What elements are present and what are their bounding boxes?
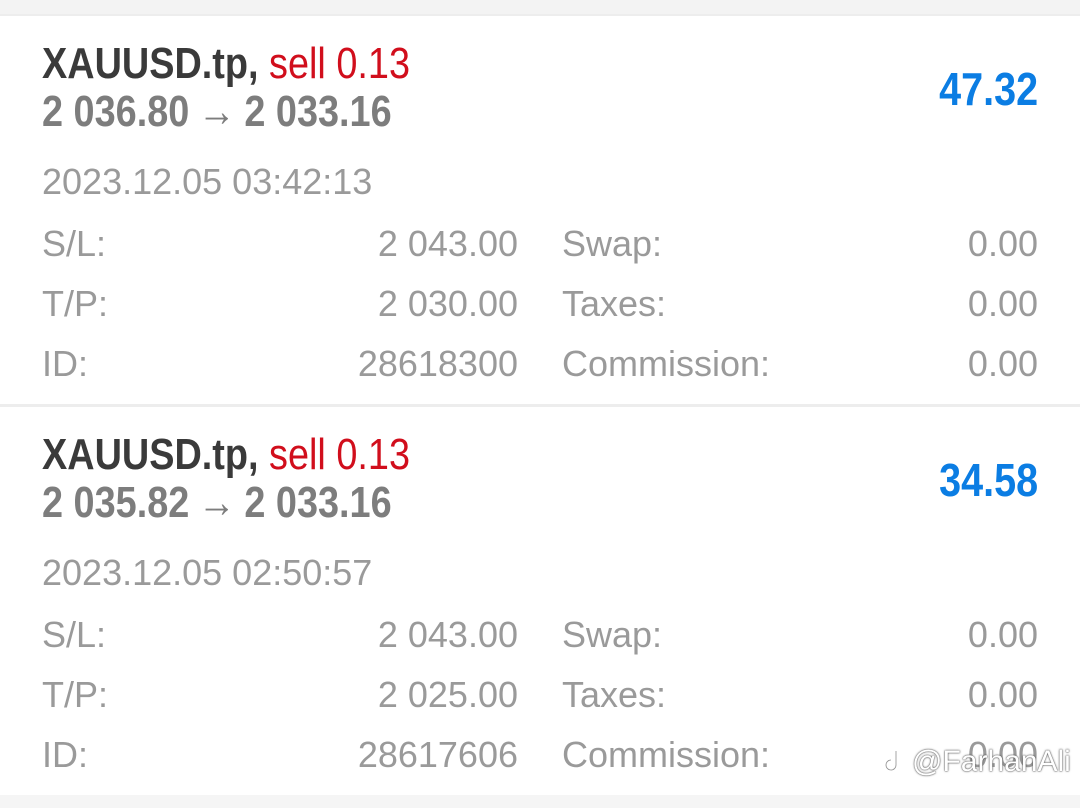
detail-row: T/P: 2 030.00 Taxes: 0.00 [0, 282, 1080, 326]
order-header: XAUUSD.tp, sell 0.13 [42, 40, 410, 88]
open-time: 2023.12.05 02:50:57 [42, 552, 373, 593]
stop-loss-label: S/L: [42, 223, 107, 264]
taxes-label: Taxes: [562, 283, 667, 324]
symbol-label: XAUUSD.tp, [42, 39, 259, 88]
order-side-volume: sell 0.13 [269, 430, 410, 479]
order-side-volume: sell 0.13 [269, 39, 410, 88]
swap-label: Swap: [562, 614, 663, 655]
detail-row: S/L: 2 043.00 Swap: 0.00 [0, 222, 1080, 266]
arrow-right-icon: → [197, 478, 236, 527]
take-profit-label: T/P: [42, 674, 109, 715]
stop-loss-value: 2 043.00 [377, 223, 518, 264]
take-profit-value: 2 025.00 [377, 674, 518, 715]
bottom-edge [0, 795, 1080, 808]
swap-value: 0.00 [967, 614, 1038, 655]
stop-loss-label: S/L: [42, 614, 107, 655]
arrow-right-icon: → [197, 87, 236, 136]
order-item[interactable]: XAUUSD.tp, sell 0.13 2 036.80 → 2 033.16 4… [0, 16, 1080, 404]
profit-value: 34.58 [938, 454, 1038, 506]
swap-value: 0.00 [967, 223, 1038, 264]
douyin-logo-icon [884, 749, 906, 772]
watermark: @FarhanAli [884, 744, 1071, 780]
commission-value: 0.00 [967, 343, 1038, 384]
id-label: ID: [42, 343, 89, 384]
top-strip [0, 0, 1080, 14]
take-profit-value: 2 030.00 [377, 283, 518, 324]
order-item[interactable]: XAUUSD.tp, sell 0.13 2 035.82 → 2 033.16 3… [0, 407, 1080, 795]
order-header: XAUUSD.tp, sell 0.13 [42, 431, 410, 479]
id-label: ID: [42, 734, 89, 775]
detail-row: S/L: 2 043.00 Swap: 0.00 [0, 613, 1080, 657]
detail-row: ID: 28618300 Commission: 0.00 [0, 342, 1080, 386]
stop-loss-value: 2 043.00 [377, 614, 518, 655]
open-price: 2 035.82 [42, 478, 190, 527]
symbol-label: XAUUSD.tp, [42, 430, 259, 479]
id-value: 28618300 [357, 343, 518, 384]
take-profit-label: T/P: [42, 283, 109, 324]
open-time: 2023.12.05 03:42:13 [42, 161, 373, 202]
watermark-text: @FarhanAli [912, 745, 1071, 778]
current-price: 2 033.16 [244, 87, 392, 136]
commission-label: Commission: [562, 734, 771, 775]
price-change: 2 036.80 → 2 033.16 [42, 88, 392, 136]
taxes-label: Taxes: [562, 674, 667, 715]
profit-value: 47.32 [938, 63, 1038, 115]
taxes-value: 0.00 [967, 283, 1038, 324]
taxes-value: 0.00 [967, 674, 1038, 715]
current-price: 2 033.16 [244, 478, 392, 527]
price-change: 2 035.82 → 2 033.16 [42, 479, 392, 527]
swap-label: Swap: [562, 223, 663, 264]
open-price: 2 036.80 [42, 87, 190, 136]
detail-row: T/P: 2 025.00 Taxes: 0.00 [0, 673, 1080, 717]
commission-label: Commission: [562, 343, 771, 384]
id-value: 28617606 [357, 734, 518, 775]
